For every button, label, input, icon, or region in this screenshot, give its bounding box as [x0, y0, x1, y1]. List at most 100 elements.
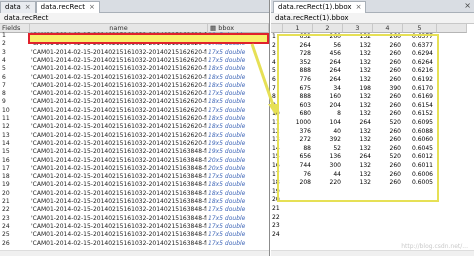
row-number: 23	[2, 214, 10, 222]
bbox-cell[interactable]: 18x5 double	[208, 181, 268, 189]
bbox-cell[interactable]: 17x5 double	[208, 231, 268, 239]
row-number: 3	[2, 48, 6, 56]
name-cell[interactable]: 'CAM01-2014-02-15-20140215161032-2014021…	[31, 107, 207, 115]
name-cell[interactable]: 'CAM01-2014-02-15-20140215161032-2014021…	[31, 123, 207, 131]
column-header-3[interactable]: 3	[343, 24, 373, 33]
name-cell[interactable]: 'CAM01-2014-02-15-20140215161032-2014021…	[31, 165, 207, 173]
bbox-link[interactable]: 17x5 double	[208, 57, 268, 65]
bbox-link[interactable]: 17x5 double	[208, 223, 268, 231]
column-header-4[interactable]: 4	[373, 24, 403, 33]
tab-bbox[interactable]: data.recRect(1).bbox ×	[273, 1, 367, 13]
bbox-link[interactable]: 17x5 double	[208, 107, 268, 115]
highlight-bbox-values	[277, 34, 439, 202]
bbox-cell[interactable]: 17x5 double	[208, 240, 268, 248]
bbox-link[interactable]: 17x5 double	[208, 90, 268, 98]
bbox-cell[interactable]: 17x5 double	[208, 90, 268, 98]
tab-data-recrect[interactable]: data.recRect ×	[35, 1, 100, 13]
matrix-row[interactable]: 23	[271, 222, 474, 231]
bbox-cell[interactable]: 17x5 double	[208, 206, 268, 214]
name-cell[interactable]: 'CAM01-2014-02-15-20140215161032-2014021…	[31, 190, 207, 198]
bbox-link[interactable]: 17x5 double	[208, 173, 268, 181]
row-number: 22	[272, 213, 280, 221]
bbox-link[interactable]: 18x5 double	[208, 98, 268, 106]
name-cell[interactable]: 'CAM01-2014-02-15-20140215161032-2014021…	[31, 82, 207, 90]
name-cell[interactable]: 'CAM01-2014-02-15-20140215161032-2014021…	[31, 140, 207, 148]
bbox-link[interactable]: 18x5 double	[208, 82, 268, 90]
bbox-cell[interactable]: 18x5 double	[208, 82, 268, 90]
name-cell[interactable]: 'CAM01-2014-02-15-20140215161032-2014021…	[31, 74, 207, 82]
name-cell[interactable]: 'CAM01-2014-02-15-20140215161032-2014021…	[31, 173, 207, 181]
bbox-link[interactable]: 20x5 double	[208, 165, 268, 173]
bbox-link[interactable]: 18x5 double	[208, 123, 268, 131]
close-icon[interactable]: ×	[25, 3, 31, 11]
name-cell[interactable]: 'CAM01-2014-02-15-20140215161032-2014021…	[31, 215, 207, 223]
name-cell[interactable]: 'CAM01-2014-02-15-20140215161032-2014021…	[31, 57, 207, 65]
bbox-cell[interactable]: 18x5 double	[208, 190, 268, 198]
bbox-cell[interactable]: 17x5 double	[208, 215, 268, 223]
bbox-cell[interactable]: 17x5 double	[208, 223, 268, 231]
bbox-cell[interactable]: 18x5 double	[208, 115, 268, 123]
column-header-2[interactable]: 2	[313, 24, 343, 33]
name-cell[interactable]: 'CAM01-2014-02-15-20140215161032-2014021…	[31, 240, 207, 248]
bbox-link[interactable]: 18x5 double	[208, 198, 268, 206]
row-number: 4	[2, 56, 6, 64]
matrix-row[interactable]: 21	[271, 205, 474, 214]
matrix-row[interactable]: 22	[271, 214, 474, 223]
name-cell[interactable]: 'CAM01-2014-02-15-20140215161032-2014021…	[31, 90, 207, 98]
close-icon[interactable]: ×	[89, 3, 95, 11]
panel-close-icon[interactable]: ×	[464, 1, 471, 10]
bbox-cell[interactable]: 17x5 double	[208, 107, 268, 115]
horizontal-scrollbar[interactable]	[271, 250, 474, 256]
column-header-6[interactable]	[437, 24, 467, 33]
name-cell[interactable]: 'CAM01-2014-02-15-20140215161032-2014021…	[31, 231, 207, 239]
bbox-cell[interactable]: 18x5 double	[208, 65, 268, 73]
bbox-link[interactable]: 19x5 double	[208, 148, 268, 156]
name-cell[interactable]: 'CAM01-2014-02-15-20140215161032-2014021…	[31, 206, 207, 214]
name-cell[interactable]: 'CAM01-2014-02-15-20140215161032-2014021…	[31, 198, 207, 206]
bbox-link[interactable]: 17x5 double	[208, 240, 268, 248]
name-cell[interactable]: 'CAM01-2014-02-15-20140215161032-2014021…	[31, 115, 207, 123]
column-header-5[interactable]: 5	[403, 24, 437, 33]
bbox-link[interactable]: 19x5 double	[208, 140, 268, 148]
bbox-link[interactable]: 18x5 double	[208, 65, 268, 73]
bbox-cell[interactable]: 20x5 double	[208, 165, 268, 173]
row-number: 23	[272, 222, 280, 230]
column-header-1[interactable]: 1	[283, 24, 313, 33]
bbox-cell[interactable]: 18x5 double	[208, 123, 268, 131]
bbox-cell[interactable]: 17x5 double	[208, 57, 268, 65]
matrix-row[interactable]: 24	[271, 231, 474, 240]
name-cell[interactable]: 'CAM01-2014-02-15-20140215161032-2014021…	[31, 65, 207, 73]
name-cell[interactable]: 'CAM01-2014-02-15-20140215161032-2014021…	[31, 49, 207, 57]
bbox-link[interactable]: 17x5 double	[208, 206, 268, 214]
bbox-link[interactable]: 18x5 double	[208, 74, 268, 82]
bbox-cell[interactable]: 18x5 double	[208, 74, 268, 82]
bbox-cell[interactable]: 17x5 double	[208, 173, 268, 181]
name-cell[interactable]: 'CAM01-2014-02-15-20140215161032-2014021…	[31, 148, 207, 156]
bbox-link[interactable]: 18x5 double	[208, 132, 268, 140]
bbox-link[interactable]: 17x5 double	[208, 49, 268, 57]
close-icon[interactable]: ×	[356, 3, 362, 11]
name-cell[interactable]: 'CAM01-2014-02-15-20140215161032-2014021…	[31, 132, 207, 140]
bbox-link[interactable]: 18x5 double	[208, 190, 268, 198]
bbox-cell[interactable]: 19x5 double	[208, 148, 268, 156]
horizontal-scrollbar[interactable]	[0, 250, 269, 256]
name-cell[interactable]: 'CAM01-2014-02-15-20140215161032-2014021…	[31, 181, 207, 189]
bbox-cell[interactable]: 18x5 double	[208, 198, 268, 206]
bbox-link[interactable]: 18x5 double	[208, 181, 268, 189]
tab-label: data	[5, 3, 21, 11]
name-cell[interactable]: 'CAM01-2014-02-15-20140215161032-2014021…	[31, 98, 207, 106]
bbox-cell[interactable]: 17x5 double	[208, 49, 268, 57]
name-cell[interactable]: 'CAM01-2014-02-15-20140215161032-2014021…	[31, 157, 207, 165]
bbox-link[interactable]: 20x5 double	[208, 157, 268, 165]
name-cell[interactable]: 'CAM01-2014-02-15-20140215161032-2014021…	[31, 223, 207, 231]
row-number: 25	[2, 231, 10, 239]
bbox-cell[interactable]: 18x5 double	[208, 132, 268, 140]
bbox-link[interactable]: 18x5 double	[208, 115, 268, 123]
row-number: 7	[2, 81, 6, 89]
bbox-cell[interactable]: 18x5 double	[208, 98, 268, 106]
tab-data[interactable]: data ×	[0, 1, 36, 13]
bbox-cell[interactable]: 19x5 double	[208, 140, 268, 148]
bbox-link[interactable]: 17x5 double	[208, 215, 268, 223]
bbox-link[interactable]: 17x5 double	[208, 231, 268, 239]
bbox-cell[interactable]: 20x5 double	[208, 157, 268, 165]
